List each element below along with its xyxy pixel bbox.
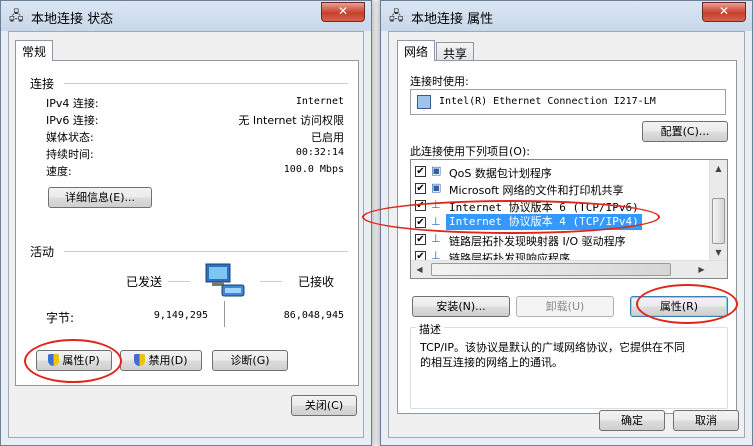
ok-button[interactable]: 确定 [599,410,665,431]
connect-using-label: 连接时使用: [410,75,469,88]
item-label: QoS 数据包计划程序 [449,167,552,180]
item-checkbox[interactable]: ✔ [415,183,426,194]
activity-heading: 活动 [30,245,55,259]
activity-divider [64,251,348,252]
list-horizontal-scrollbar[interactable]: ◀ ▶ [411,260,727,278]
status-window-close-button[interactable]: ✕ [321,2,365,22]
properties-window-close-button[interactable]: ✕ [702,2,746,22]
description-text-line2: 的相互连接的网络上的通讯。 [420,356,563,369]
list-item-ipv4[interactable]: ✔ ⊥ Internet 协议版本 4 (TCP/IPv4) [415,214,709,231]
protocol-icon: ⊥ [431,232,441,245]
properties-client-area: 网络 共享 连接时使用: Intel(R) Ethernet Connectio… [388,31,745,438]
ipv4-value: Internet [295,96,344,107]
scroll-right-arrow-icon[interactable]: ▶ [693,261,710,278]
items-list[interactable]: ✔ ▣ QoS 数据包计划程序 ✔ ▣ Microsoft 网络的文件和打印机共… [410,159,728,279]
bytes-label: 字节: [46,311,75,325]
duration-value: 00:32:14 [295,147,344,158]
diagnose-button[interactable]: 诊断(G) [212,350,288,371]
tab-sharing[interactable]: 共享 [436,42,475,61]
sent-line [168,281,190,282]
uac-shield-icon [134,354,146,366]
tab-general[interactable]: 常规 [15,40,54,61]
connection-heading: 连接 [30,77,55,91]
network-adapter-icon: 🖧 [9,9,24,24]
list-item-qos[interactable]: ✔ ▣ QoS 数据包计划程序 [415,163,709,180]
network-activity-icon [202,261,248,301]
duration-label: 持续时间: [46,148,94,161]
list-item-file-sharing[interactable]: ✔ ▣ Microsoft 网络的文件和打印机共享 [415,180,709,197]
activity-stem [224,301,225,327]
adapter-field: Intel(R) Ethernet Connection I217-LM [410,89,726,115]
item-label: Microsoft 网络的文件和打印机共享 [449,184,624,197]
general-panel: 连接 IPv4 连接: Internet IPv6 连接: 无 Internet… [15,60,359,386]
network-service-icon: ▣ [431,181,442,194]
status-titlebar[interactable]: 🖧 本地连接 状态 ✕ [1,1,371,31]
status-window-title: 本地连接 状态 [31,12,114,27]
ipv4-label: IPv4 连接: [46,97,99,110]
protocol-icon: ⊥ [431,215,441,228]
adapter-icon [417,95,431,109]
item-checkbox[interactable]: ✔ [415,166,426,177]
list-item-ipv6[interactable]: ✔ ⊥ Internet 协议版本 6 (TCP/IPv6) [415,197,709,214]
item-properties-button[interactable]: 属性(R) [630,296,728,317]
item-label: 链路层拓扑发现映射器 I/O 驱动程序 [449,235,626,248]
received-line [260,281,282,282]
item-checkbox[interactable]: ✔ [415,200,426,211]
status-close-button[interactable]: 关闭(C) [291,395,357,416]
configure-button[interactable]: 配置(C)... [642,121,728,142]
scroll-up-arrow-icon[interactable]: ▲ [710,160,727,177]
network-panel: 连接时使用: Intel(R) Ethernet Connection I217… [397,60,738,414]
speed-label: 速度: [46,165,72,178]
adapter-name: Intel(R) Ethernet Connection I217-LM [439,96,656,107]
item-checkbox[interactable]: ✔ [415,234,426,245]
horizontal-scroll-thumb[interactable] [431,263,671,276]
details-button[interactable]: 详细信息(E)... [48,187,152,208]
properties-window-title: 本地连接 属性 [411,12,494,27]
disable-button[interactable]: 禁用(D) [120,350,202,371]
uninstall-button: 卸载(U) [516,296,614,317]
uac-shield-icon [48,354,60,366]
items-label: 此连接使用下列项目(O): [410,145,530,158]
item-checkbox[interactable]: ✔ [415,217,426,228]
list-vertical-scrollbar[interactable]: ▲ ▼ [709,160,727,261]
item-label: Internet 协议版本 6 (TCP/IPv6) [449,201,639,214]
speed-value: 100.0 Mbps [283,164,344,175]
install-button[interactable]: 安装(N)... [412,296,510,317]
tab-network[interactable]: 网络 [397,40,436,61]
scroll-left-arrow-icon[interactable]: ◀ [411,261,428,278]
properties-titlebar[interactable]: 🖧 本地连接 属性 ✕ [381,1,752,31]
received-label: 已接收 [298,275,335,289]
status-properties-button[interactable]: 属性(P) [36,350,112,371]
description-heading: 描述 [416,321,444,337]
ipv6-label: IPv6 连接: [46,114,99,127]
disable-label: 禁用(D) [148,354,188,367]
cancel-button[interactable]: 取消 [673,410,739,431]
description-text-line1: TCP/IP。该协议是默认的广域网络协议，它提供在不同 [420,341,685,354]
media-state-label: 媒体状态: [46,131,94,144]
status-properties-label: 属性(P) [62,354,100,367]
network-service-icon: ▣ [431,164,442,177]
ipv6-value: 无 Internet 访问权限 [238,114,344,127]
sent-label: 已发送 [126,275,163,289]
list-item-lltd-mapper[interactable]: ✔ ⊥ 链路层拓扑发现映射器 I/O 驱动程序 [415,231,709,248]
status-window: 🖧 本地连接 状态 ✕ 常规 连接 IPv4 连接: Internet IPv6… [0,0,372,446]
properties-window: 🖧 本地连接 属性 ✕ 网络 共享 连接时使用: Intel(R) Ethern… [380,0,753,446]
item-label-selected: Internet 协议版本 4 (TCP/IPv4) [446,214,642,230]
network-adapter-icon: 🖧 [389,9,404,24]
bytes-received-value: 86,048,945 [283,310,344,321]
media-state-value: 已启用 [311,131,344,144]
status-client-area: 常规 连接 IPv4 连接: Internet IPv6 连接: 无 Inter… [8,31,364,438]
connection-divider [64,83,348,84]
scroll-down-arrow-icon[interactable]: ▼ [710,244,727,261]
protocol-icon: ⊥ [431,198,441,211]
vertical-scroll-thumb[interactable] [712,198,725,244]
bytes-sent-value: 9,149,295 [153,310,208,321]
